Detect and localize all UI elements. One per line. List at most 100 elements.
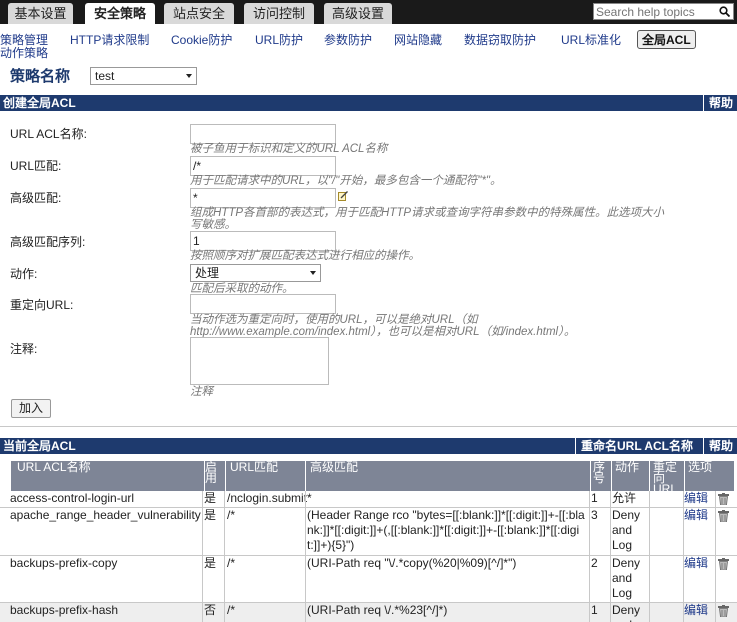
sub-navigation: 策略管理 HTTP请求限制 Cookie防护 URL防护 参数防护 网站隐藏 数… — [0, 24, 737, 62]
row-edit-link[interactable]: 编辑 — [684, 556, 708, 571]
subnav-site-hiding[interactable]: 网站隐藏 — [394, 31, 442, 48]
subnav-action-policy[interactable]: 动作策略 — [0, 44, 48, 61]
row-enabled: 否 — [204, 603, 217, 617]
search-icon[interactable] — [719, 6, 730, 17]
row-edit-link[interactable]: 编辑 — [684, 508, 708, 523]
row-enabled: 是 — [204, 491, 217, 505]
add-button[interactable]: 加入 — [11, 399, 51, 418]
comment-label: 注释: — [10, 342, 38, 356]
col-divider — [649, 491, 650, 622]
table-row: backups-prefix-copy 是 /* (URI-Path req "… — [0, 556, 737, 602]
url-match-label: URL匹配: — [10, 159, 62, 173]
advanced-match-hint-2: 写敏感。 — [190, 219, 236, 231]
row-action: 允许 — [612, 491, 637, 505]
table-row: apache_range_header_vulnerability 是 /* (… — [0, 508, 737, 554]
top-tab-bar: 基本设置 安全策略 站点安全 访问控制 高级设置 — [0, 0, 737, 24]
col-enabled: 启用 — [204, 461, 224, 491]
row-action: Deny and Log — [612, 603, 641, 622]
acl-name-input[interactable] — [190, 124, 336, 144]
policy-name-value: test — [95, 69, 115, 83]
col-acl-name: URL ACL名称 — [17, 460, 91, 474]
redirect-url-hint-1: 当动作选为重定向时，使用的URL，可以是绝对URL（如 — [190, 314, 478, 326]
col-divider — [715, 491, 716, 622]
col-options: 选项 — [684, 461, 712, 491]
row-enabled: 是 — [204, 508, 217, 522]
create-acl-help-link[interactable]: 帮助 — [703, 95, 733, 111]
current-acl-title: 当前全局ACL — [3, 439, 76, 453]
edit-expression-icon[interactable] — [338, 191, 348, 201]
row-url-match: /* — [227, 508, 236, 522]
row-url-match: /* — [227, 603, 236, 617]
subnav-data-theft-protection[interactable]: 数据窃取防护 — [464, 31, 536, 48]
row-edit-link[interactable]: 编辑 — [684, 491, 708, 506]
row-divider — [0, 507, 737, 508]
tab-advanced-settings[interactable]: 高级设置 — [324, 3, 392, 24]
advanced-sequence-label: 高级匹配序列: — [10, 235, 86, 249]
trash-icon[interactable] — [718, 605, 729, 617]
subnav-cookie-protection[interactable]: Cookie防护 — [171, 31, 232, 48]
subnav-http-request-limit[interactable]: HTTP请求限制 — [70, 31, 149, 48]
row-acl-name: backups-prefix-copy — [10, 556, 118, 570]
subnav-url-normalization[interactable]: URL标准化 — [561, 31, 621, 48]
tab-security-policy[interactable]: 安全策略 — [85, 3, 155, 24]
row-divider — [0, 555, 737, 556]
row-advanced-match: (URI-Path req "\/.*copy(%20|%09)[^/]*") — [307, 556, 517, 570]
subnav-url-protection[interactable]: URL防护 — [255, 31, 303, 48]
search-input[interactable] — [596, 5, 714, 19]
action-value: 处理 — [195, 266, 220, 280]
create-acl-header: 创建全局ACL 帮助 — [0, 95, 737, 111]
comment-hint: 注释 — [190, 386, 213, 398]
acl-name-label: URL ACL名称: — [10, 127, 87, 141]
row-acl-name: apache_range_header_vulnerability — [10, 508, 201, 522]
tab-basic-settings[interactable]: 基本设置 — [8, 3, 73, 24]
comment-textarea[interactable] — [190, 337, 329, 385]
col-advanced-match: 高级匹配 — [305, 461, 358, 491]
trash-icon[interactable] — [718, 493, 729, 505]
search-box — [593, 3, 734, 20]
redirect-url-label: 重定向URL: — [10, 298, 74, 312]
table-row: access-control-login-url 是 /nclogin.subm… — [0, 491, 737, 507]
col-action: 动作 — [611, 461, 639, 491]
row-action: Deny and Log — [612, 556, 641, 600]
rename-acl-link[interactable]: 重命名URL ACL名称 — [575, 438, 693, 454]
action-select[interactable]: 处理 — [190, 264, 321, 282]
policy-name-label: 策略名称 — [10, 68, 71, 85]
col-redirect-url: 重定向URL — [649, 461, 683, 495]
row-sequence: 1 — [591, 603, 598, 617]
tab-access-control[interactable]: 访问控制 — [244, 3, 314, 24]
col-enabled-text: 启用 — [205, 460, 218, 485]
chevron-down-icon — [310, 271, 316, 275]
col-divider — [305, 491, 306, 622]
row-sequence: 3 — [591, 508, 598, 522]
url-match-hint: 用于匹配请求中的URL，以"/"开始，最多包含一个通配符"*"。 — [190, 175, 502, 187]
trash-icon[interactable] — [718, 510, 729, 522]
col-sequence: 序号 — [590, 461, 610, 491]
table-row: backups-prefix-hash 否 /* (URI-Path req \… — [0, 603, 737, 622]
policy-name-select[interactable]: test — [90, 67, 197, 85]
tab-site-security[interactable]: 站点安全 — [164, 3, 234, 24]
advanced-match-input[interactable]: * — [190, 188, 336, 208]
subnav-global-acl[interactable]: 全局ACL — [637, 30, 696, 49]
section-divider — [0, 426, 737, 427]
row-acl-name: access-control-login-url — [10, 491, 135, 505]
advanced-match-label: 高级匹配: — [10, 191, 62, 205]
col-divider — [224, 491, 225, 622]
col-url-match: URL匹配 — [225, 461, 278, 491]
subnav-parameter-protection[interactable]: 参数防护 — [324, 31, 372, 48]
advanced-match-hint-1: 组成HTTP各首部的表达式，用于匹配HTTP请求或查询字符串参数中的特殊属性。此… — [190, 207, 665, 219]
row-url-match: /nclogin.submit — [227, 491, 308, 505]
current-acl-help-link[interactable]: 帮助 — [703, 438, 733, 454]
row-sequence: 2 — [591, 556, 598, 570]
acl-table-header: URL ACL名称 启用 URL匹配 高级匹配 序号 动作 重定向URL 选项 — [11, 460, 734, 495]
trash-icon[interactable] — [718, 558, 729, 570]
row-advanced-match: (Header Range rco "bytes=[[:blank:]]*[[:… — [307, 508, 585, 552]
action-label: 动作: — [10, 267, 38, 281]
advanced-sequence-input[interactable]: 1 — [190, 231, 336, 251]
redirect-url-input[interactable] — [190, 294, 336, 314]
col-divider — [683, 491, 684, 622]
row-acl-name: backups-prefix-hash — [10, 603, 119, 617]
row-edit-link[interactable]: 编辑 — [684, 603, 708, 618]
row-enabled: 是 — [204, 556, 217, 570]
url-match-input[interactable]: /* — [190, 156, 336, 176]
acl-name-hint: 被子鱼用于标识和定义的URL ACL名称 — [190, 143, 388, 155]
